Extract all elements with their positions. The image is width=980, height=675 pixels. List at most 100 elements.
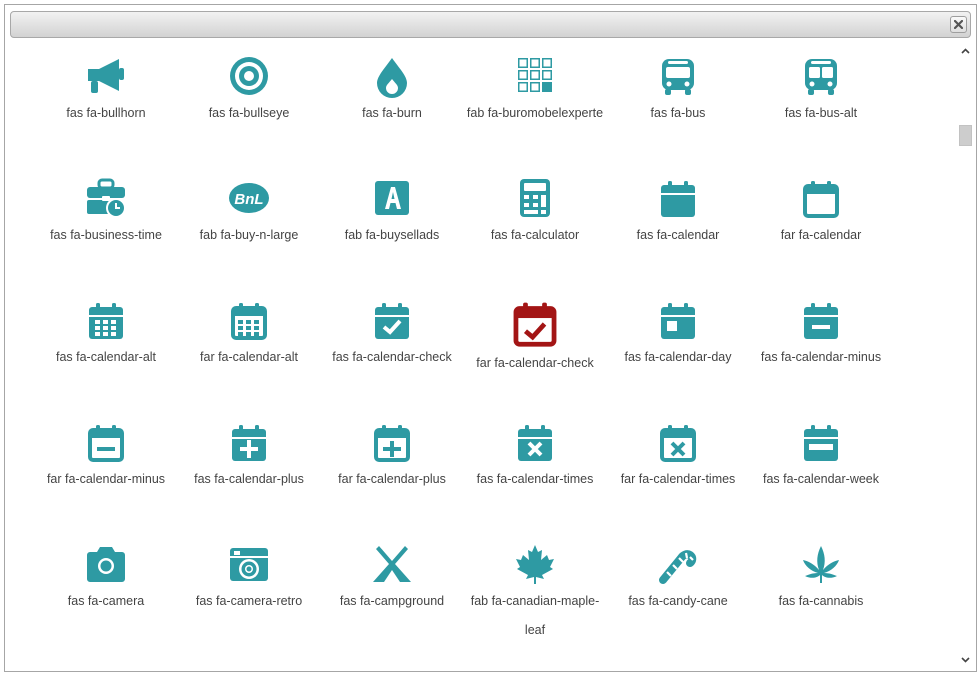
calendar-times-icon	[518, 425, 552, 461]
calendar-alt-icon	[89, 303, 123, 339]
icon-option[interactable]: fab fa-buromobelexperte	[461, 56, 609, 127]
calendar-plus-icon	[232, 425, 266, 461]
icon-option[interactable]: fab fa-buysellads	[318, 178, 466, 249]
scrollbar-thumb[interactable]	[959, 125, 972, 146]
close-button[interactable]	[950, 16, 967, 33]
chevron-down-icon	[961, 657, 970, 663]
icon-option[interactable]: fas fa-cannabis	[747, 544, 895, 615]
icon-option[interactable]: fas fa-calendar-minus	[747, 300, 895, 371]
icon-label: fas fa-camera-retro	[195, 594, 303, 608]
icon-label: far fa-calendar-times	[620, 472, 736, 486]
icon-label: far fa-calendar	[780, 228, 862, 242]
buysellads-icon	[375, 181, 409, 215]
bus-alt-icon	[805, 59, 837, 95]
icon-option[interactable]: far fa-calendar-minus	[32, 422, 180, 493]
icon-label: fas fa-calendar-check	[332, 350, 452, 364]
icon-option[interactable]: BnL fab fa-buy-n-large	[175, 178, 323, 249]
icon-label: fab fa-buy-n-large	[199, 228, 299, 242]
icon-option[interactable]: fas fa-camera	[32, 544, 180, 615]
icon-option[interactable]: fas fa-camera-retro	[175, 544, 323, 615]
dialog-titlebar[interactable]	[10, 11, 971, 38]
icon-label: fas fa-calendar-week	[762, 472, 880, 486]
vertical-scrollbar[interactable]	[957, 41, 974, 669]
icon-option[interactable]: fas fa-calculator	[461, 178, 609, 249]
cannabis-icon	[803, 546, 839, 583]
icon-option[interactable]: far fa-calendar-times	[604, 422, 752, 493]
icon-option[interactable]: fas fa-candy-cane	[604, 544, 752, 615]
calendar-minus-icon	[804, 303, 838, 339]
bullseye-icon	[230, 57, 268, 95]
chevron-up-icon	[961, 48, 970, 54]
icon-option[interactable]: far fa-calendar	[747, 178, 895, 249]
icon-grid: fas fa-bullhorn fas fa-bullseye fas fa-bur…	[10, 41, 955, 669]
icon-option[interactable]: fas fa-campground	[318, 544, 466, 615]
calendar-minus-outline-icon	[88, 425, 124, 462]
icon-label: fas fa-bus	[650, 106, 706, 120]
icon-label: far fa-calendar-plus	[338, 472, 446, 486]
calendar-icon	[661, 181, 695, 217]
icon-option[interactable]: fas fa-calendar-check	[318, 300, 466, 371]
icon-label: fab fa-buysellads	[344, 228, 440, 242]
calendar-plus-outline-icon	[374, 425, 410, 462]
candy-cane-icon	[659, 550, 697, 584]
icon-option[interactable]: fas fa-bullhorn	[32, 56, 180, 127]
icon-label: fas fa-bus-alt	[784, 106, 858, 120]
calendar-check-icon	[375, 303, 409, 339]
icon-option[interactable]: fas fa-calendar-alt	[32, 300, 180, 371]
icon-option[interactable]: fas fa-calendar-day	[604, 300, 752, 371]
icon-label: fas fa-business-time	[50, 228, 162, 242]
icon-option[interactable]: fas fa-calendar-plus	[175, 422, 323, 493]
icon-label: fas fa-bullseye	[208, 106, 290, 120]
icon-label: far fa-calendar-alt	[200, 350, 298, 364]
calendar-alt-outline-icon	[231, 303, 267, 340]
icon-label: far fa-calendar-check	[476, 356, 594, 370]
icon-label: fas fa-camera	[67, 594, 145, 608]
icon-option[interactable]: fas fa-calendar-times	[461, 422, 609, 493]
burn-icon	[377, 58, 407, 98]
close-icon	[954, 20, 963, 29]
canadian-maple-leaf-icon	[516, 545, 554, 584]
camera-icon	[87, 547, 125, 582]
icon-label: fas fa-calculator	[490, 228, 580, 242]
icon-label: fas fa-calendar-alt	[55, 350, 157, 364]
icon-label: fas fa-candy-cane	[628, 594, 728, 608]
icon-label: fab fa-canadian-maple-	[470, 594, 600, 608]
campground-icon	[373, 546, 411, 582]
icon-label: far fa-calendar-minus	[46, 472, 166, 486]
icon-label: fas fa-calendar-times	[476, 472, 594, 486]
bullhorn-icon	[88, 59, 124, 93]
icon-label: leaf	[524, 623, 546, 637]
business-time-icon	[87, 178, 126, 218]
icon-label: fas fa-calendar-plus	[194, 472, 304, 486]
calculator-icon	[520, 179, 550, 217]
icon-label: fas fa-calendar-minus	[760, 350, 882, 364]
icon-label: fas fa-bullhorn	[66, 106, 146, 120]
icon-option[interactable]: fas fa-bus	[604, 56, 752, 127]
icon-option[interactable]: fas fa-calendar-week	[747, 422, 895, 493]
scroll-up-button[interactable]	[957, 43, 974, 59]
buy-n-large-icon: BnL	[229, 183, 269, 213]
icon-label: fas fa-campground	[339, 594, 445, 608]
bus-icon	[662, 59, 694, 95]
icon-label: fas fa-calendar-day	[624, 350, 732, 364]
icon-option[interactable]: fas fa-business-time	[32, 178, 180, 249]
calendar-outline-icon	[803, 181, 839, 218]
icon-option[interactable]: fas fa-calendar	[604, 178, 752, 249]
icon-option[interactable]: far fa-calendar-plus	[318, 422, 466, 493]
icon-option[interactable]: fab fa-canadian-maple-leaf	[461, 544, 609, 644]
icon-option[interactable]: fas fa-bus-alt	[747, 56, 895, 127]
icon-option[interactable]: far fa-calendar-alt	[175, 300, 323, 371]
icon-option[interactable]: fas fa-bullseye	[175, 56, 323, 127]
icon-option[interactable]: fas fa-burn	[318, 56, 466, 127]
buromobelexperte-icon	[518, 58, 552, 92]
icon-picker-dialog: fas fa-bullhorn fas fa-bullseye fas fa-bur…	[4, 4, 977, 672]
calendar-times-outline-icon	[660, 425, 696, 462]
icon-option[interactable]: far fa-calendar-check	[461, 299, 609, 377]
calendar-week-icon	[804, 425, 838, 461]
camera-retro-icon	[230, 548, 268, 581]
icon-label: fab fa-buromobelexperte	[466, 106, 604, 120]
icon-label: fas fa-calendar	[636, 228, 720, 242]
calendar-day-icon	[661, 303, 695, 339]
calendar-check-outline-icon	[513, 302, 557, 347]
scroll-down-button[interactable]	[957, 652, 974, 668]
